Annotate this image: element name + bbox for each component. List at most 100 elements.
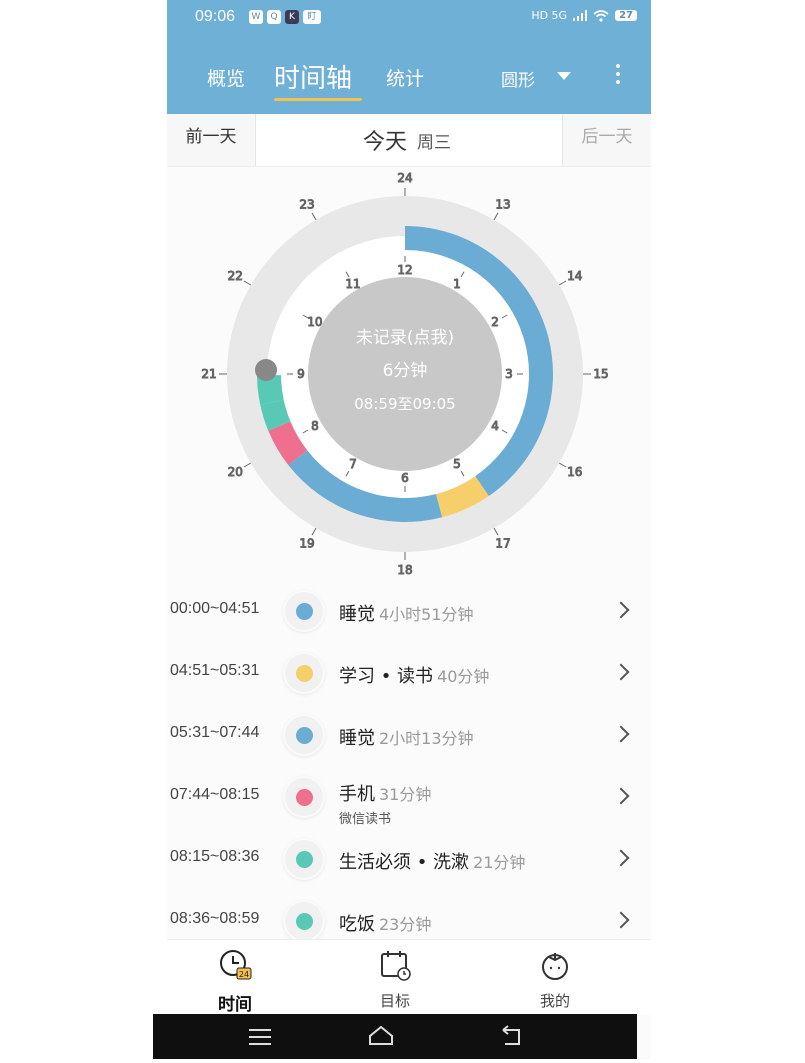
app-header: 概览 时间轴 统计 圆形 xyxy=(167,34,651,114)
day-navigation: 前一天 今天 周三 后一天 xyxy=(167,114,651,167)
inner-hour-label: 6 xyxy=(401,471,409,485)
outer-hour-label: 20 xyxy=(228,465,243,479)
chevron-right-icon[interactable] xyxy=(612,725,630,743)
network-indicator: HD 5G xyxy=(531,9,568,22)
hour-tick xyxy=(243,462,252,468)
nav-profile[interactable]: 我的 xyxy=(515,948,595,1011)
inner-hour-label: 9 xyxy=(297,367,305,381)
chevron-right-icon[interactable] xyxy=(612,663,630,681)
chevron-down-icon[interactable] xyxy=(557,72,571,80)
tab-overview[interactable]: 概览 xyxy=(207,64,245,91)
inner-hour-label: 5 xyxy=(453,457,461,471)
inner-hour-label: 12 xyxy=(397,263,412,277)
status-indicators: HD 5G 27 xyxy=(531,9,637,22)
current-time-marker xyxy=(255,359,277,381)
notification-app-icon: Q xyxy=(267,10,281,24)
outer-hour-label: 19 xyxy=(299,537,314,551)
hour-tick xyxy=(493,212,499,221)
notification-app-icon: K xyxy=(285,10,299,24)
outer-hour-label: 16 xyxy=(567,465,582,479)
outer-hour-label: 21 xyxy=(201,367,216,381)
record-title: 吃饭 23分钟 xyxy=(339,914,432,935)
list-item[interactable]: 05:31~07:44 睡觉 2小时13分钟 xyxy=(167,710,651,772)
list-item[interactable]: 00:00~04:51 睡觉 4小时51分钟 xyxy=(167,586,651,648)
nav-label: 我的 xyxy=(539,992,570,1010)
bottom-navigation: 24 时间 目标 我的 xyxy=(167,939,651,1015)
notification-app-icon: W xyxy=(249,10,263,24)
nav-time[interactable]: 24 时间 xyxy=(195,948,275,1015)
outer-hour-label: 23 xyxy=(299,197,314,211)
record-title: 学习 • 读书 40分钟 xyxy=(339,666,490,687)
inner-hour-label: 7 xyxy=(349,457,357,471)
record-duration: 21分钟 xyxy=(473,853,526,872)
chevron-right-icon[interactable] xyxy=(612,787,630,805)
record-title: 睡觉 4小时51分钟 xyxy=(339,604,474,625)
battery-indicator: 27 xyxy=(615,10,637,21)
record-duration: 4小时51分钟 xyxy=(379,605,474,624)
next-day-button[interactable]: 后一天 xyxy=(562,114,651,166)
center-title: 未记录(点我) xyxy=(356,328,454,348)
list-item[interactable]: 04:51~05:31 学习 • 读书 40分钟 xyxy=(167,648,651,710)
calendar-target-icon xyxy=(381,951,411,981)
clock-svg: 131415161718192021222324 123456789101112… xyxy=(201,171,609,578)
chevron-right-icon[interactable] xyxy=(612,601,630,619)
center-range: 08:59至09:05 xyxy=(354,395,455,413)
phone-screen: 09:06 W Q K 盯 HD 5G 27 概览 时间轴 统计 圆形 前一天 … xyxy=(153,0,651,1059)
tomato-icon xyxy=(542,953,568,980)
chevron-right-icon[interactable] xyxy=(612,911,630,929)
record-time: 05:31~07:44 xyxy=(170,724,260,741)
center-duration: 6分钟 xyxy=(383,361,428,381)
home-icon[interactable] xyxy=(369,1025,393,1045)
outer-hour-label: 15 xyxy=(593,367,608,381)
phone-icon xyxy=(283,776,325,818)
record-title: 睡觉 2小时13分钟 xyxy=(339,728,474,749)
record-duration: 2小时13分钟 xyxy=(379,729,474,748)
meal-icon xyxy=(283,900,325,942)
more-options-icon[interactable] xyxy=(615,64,621,88)
hour-tick xyxy=(311,212,317,221)
record-duration: 23分钟 xyxy=(379,915,432,934)
hour-tick xyxy=(493,527,499,536)
outer-hour-label: 22 xyxy=(228,269,243,283)
chevron-right-icon[interactable] xyxy=(612,849,630,867)
record-duration: 31分钟 xyxy=(379,785,432,804)
view-mode-select[interactable]: 圆形 xyxy=(501,66,535,91)
record-time: 08:36~08:59 xyxy=(170,910,260,927)
back-icon[interactable] xyxy=(502,1025,520,1045)
record-duration: 40分钟 xyxy=(437,667,490,686)
inner-hour-label: 8 xyxy=(311,419,319,433)
day-clock-chart[interactable]: 13 14 15 16 17 18 19 20 21 22 23 24 1 2 3 4 5 6 7 8 9 10 11 12… xyxy=(167,166,651,578)
inner-hour-label: 3 xyxy=(505,367,513,381)
outer-hour-label: 17 xyxy=(495,537,510,551)
nav-label: 时间 xyxy=(218,995,252,1015)
sleep-icon xyxy=(283,590,325,632)
record-title: 手机 31分钟 xyxy=(339,784,432,805)
record-subtitle: 微信读书 xyxy=(339,812,392,827)
day-title: 今天 xyxy=(363,130,408,155)
list-item[interactable]: 08:15~08:36 生活必须 • 洗漱 21分钟 xyxy=(167,834,651,896)
tab-statistics[interactable]: 统计 xyxy=(386,64,424,91)
menu-icon[interactable] xyxy=(249,1029,271,1045)
svg-text:24: 24 xyxy=(239,970,249,979)
record-title: 生活必须 • 洗漱 21分钟 xyxy=(339,852,526,873)
previous-day-button[interactable]: 前一天 xyxy=(167,114,256,166)
record-time: 04:51~05:31 xyxy=(170,662,260,679)
inner-hour-label: 4 xyxy=(491,419,499,433)
status-bar: 09:06 W Q K 盯 HD 5G 27 xyxy=(167,0,651,34)
study-icon xyxy=(283,652,325,694)
nav-label: 目标 xyxy=(379,992,410,1010)
signal-icon xyxy=(573,10,588,21)
clock-24-icon: 24 xyxy=(220,950,252,980)
sleep-icon xyxy=(283,714,325,756)
weekday-label: 周三 xyxy=(417,133,451,153)
tab-timeline[interactable]: 时间轴 xyxy=(274,58,352,95)
active-tab-indicator xyxy=(274,98,362,101)
outer-hour-label: 13 xyxy=(495,197,510,211)
hour-tick xyxy=(558,280,567,286)
record-time: 07:44~08:15 xyxy=(170,786,260,803)
list-item[interactable]: 07:44~08:15 手机 31分钟 微信读书 xyxy=(167,772,651,834)
hour-tick xyxy=(558,462,567,468)
system-navigation-bar xyxy=(153,1014,637,1059)
outer-hour-label: 18 xyxy=(397,563,412,576)
nav-goals[interactable]: 目标 xyxy=(355,948,435,1011)
